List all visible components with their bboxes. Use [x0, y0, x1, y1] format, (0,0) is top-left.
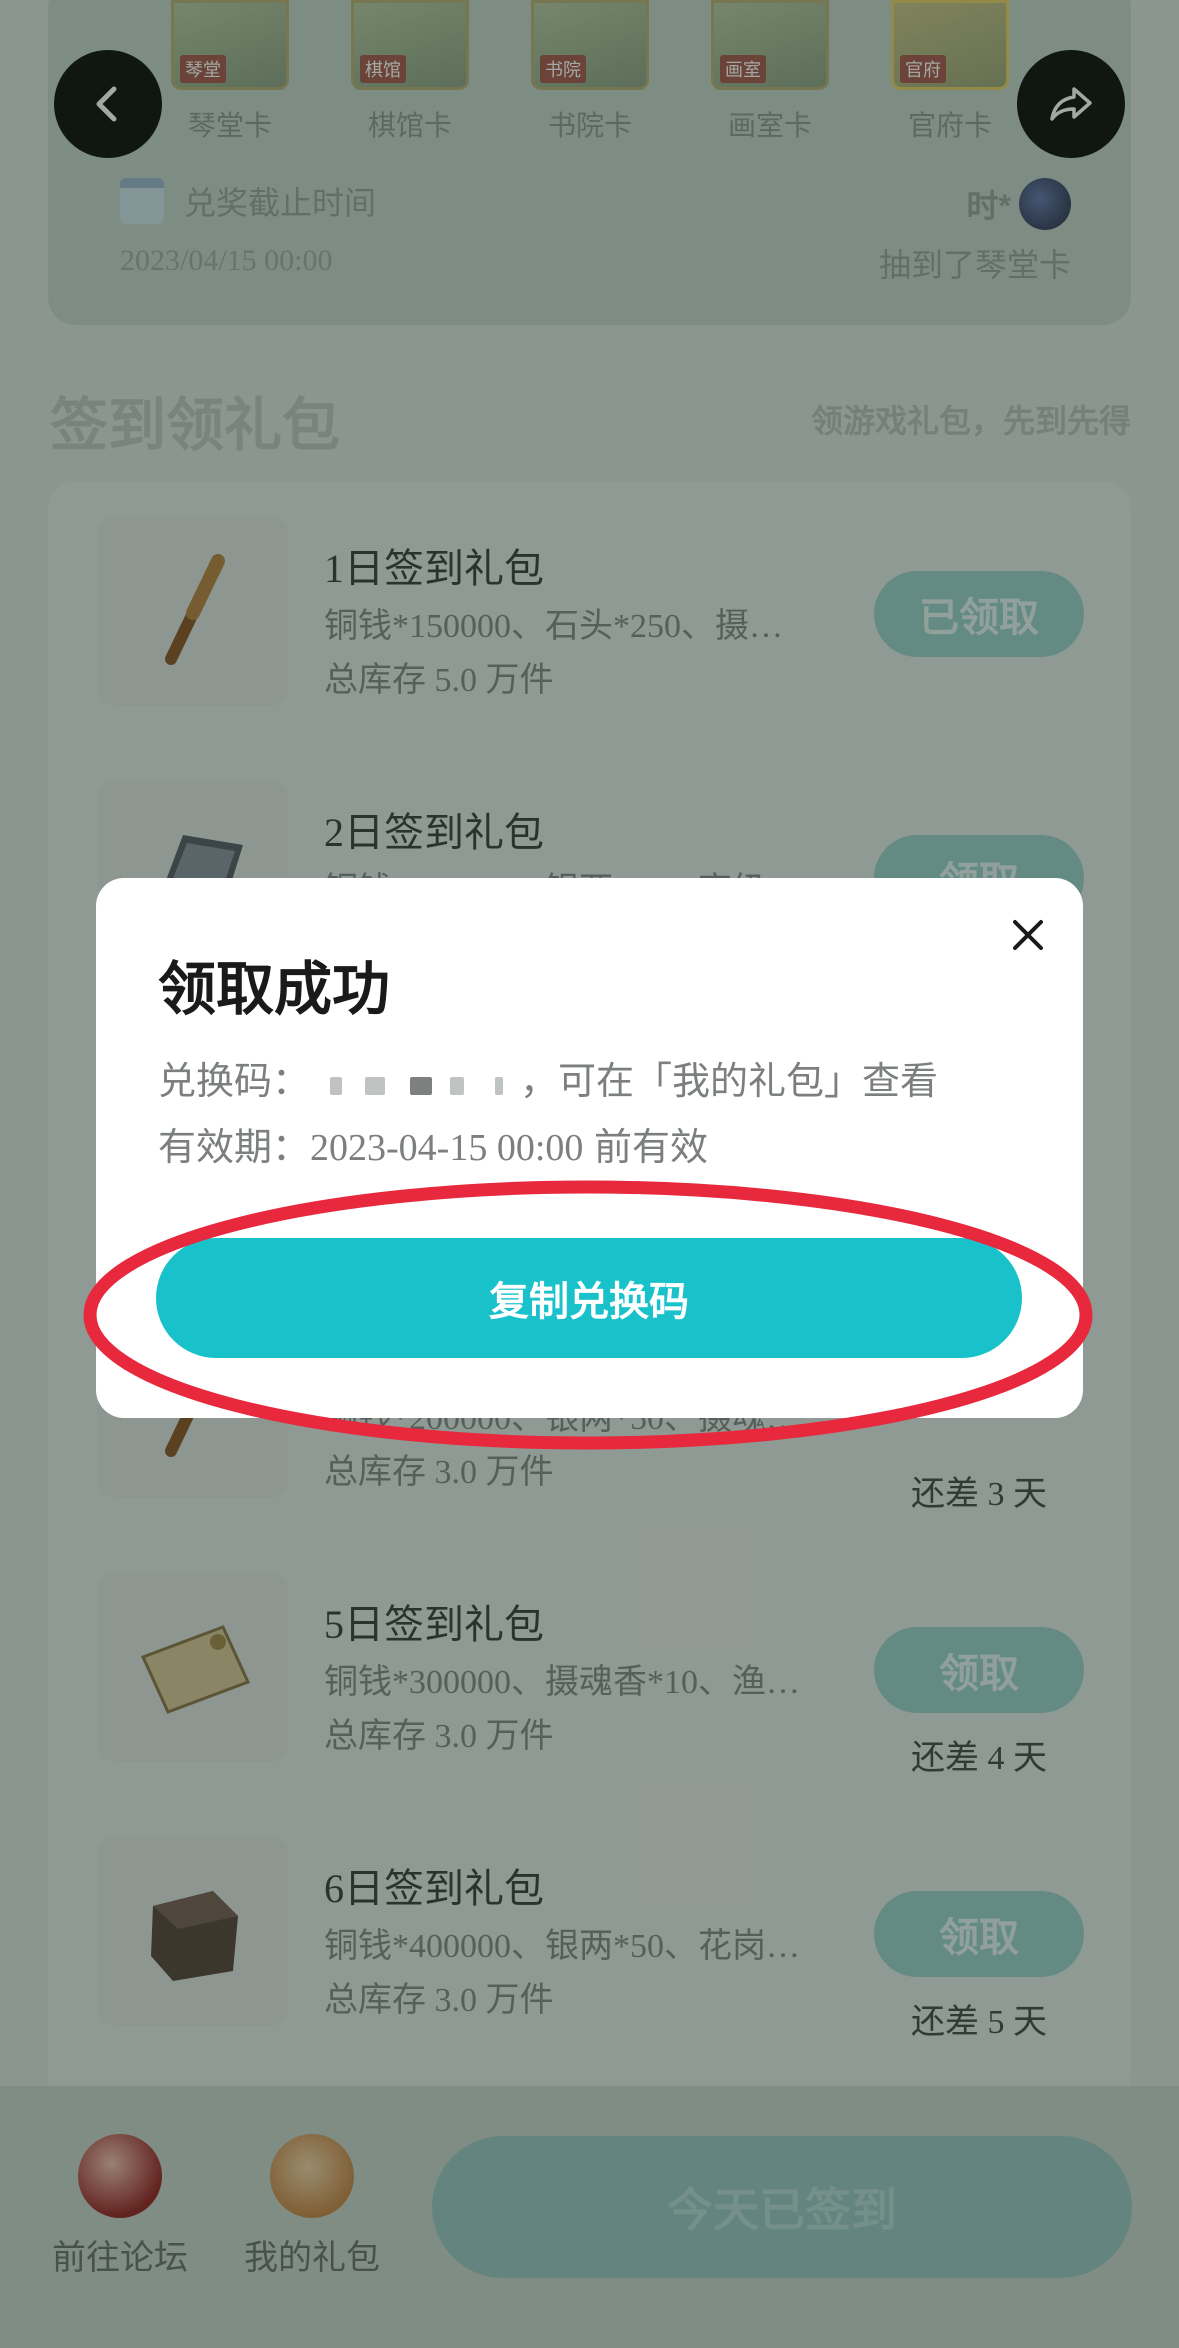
- dialog-title: 领取成功: [158, 957, 391, 1022]
- validity-label: 有效期：: [158, 1127, 311, 1169]
- code-label: 兑换码：: [158, 1061, 311, 1103]
- redeem-code-line: 兑换码： ，可在「我的礼包」查看: [158, 1050, 938, 1105]
- validity-value: 2023-04-15 00:00: [310, 1127, 584, 1169]
- validity-suffix: 前有效: [583, 1127, 708, 1169]
- validity-line: 有效期：2023-04-15 00:00 前有效: [158, 1116, 708, 1171]
- copy-code-button[interactable]: 复制兑换码: [156, 1238, 1022, 1358]
- success-dialog: 领取成功 兑换码： ，可在「我的礼包」查看 有效期：2023-04-15 00:0…: [96, 878, 1083, 1418]
- code-suffix: ，可在「我的礼包」查看: [520, 1061, 939, 1103]
- close-icon[interactable]: [1003, 910, 1053, 960]
- redeem-code-redacted: [310, 1069, 520, 1099]
